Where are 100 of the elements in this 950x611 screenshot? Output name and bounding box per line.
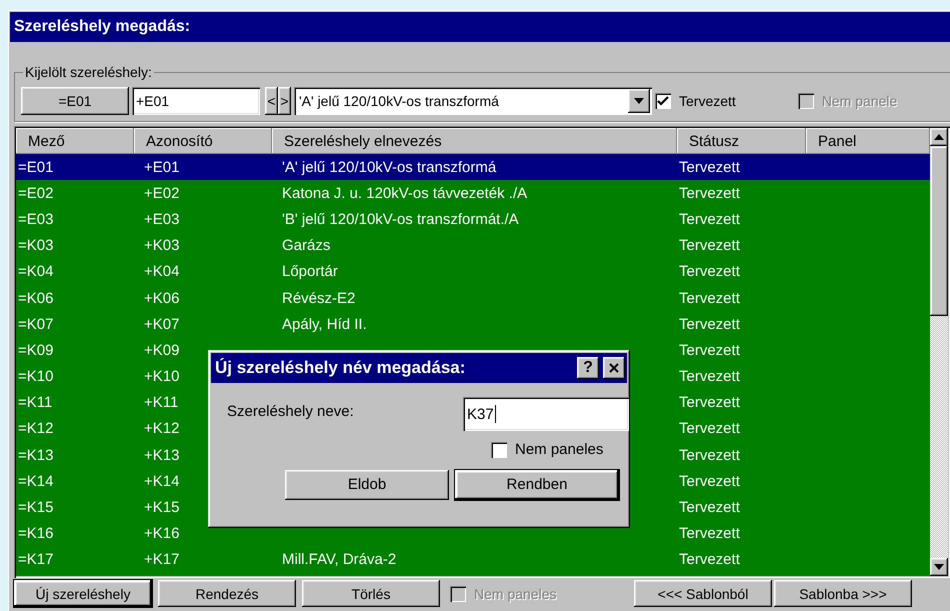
table-cell-text: +K11: [143, 394, 178, 412]
table-row[interactable]: =K03 +K03 Garázs Tervezett: [16, 232, 930, 259]
checkbox[interactable]: Nem paneles: [491, 441, 604, 458]
previous-button[interactable]: <: [265, 87, 278, 115]
table-cell-text: Garázs: [281, 237, 330, 254]
table-cell-text: Lőportár: [281, 263, 338, 280]
close-icon: [609, 363, 619, 373]
table-row[interactable]: =E03 +E03 'B' jelű 120/10kV-os transzformát./A Tervezett: [16, 206, 930, 233]
scroll-thumb[interactable]: [930, 146, 948, 316]
table-row[interactable]: =E02 +E02 Katona J. u. 120kV-os távvezeték ./A Tervezett: [16, 180, 930, 206]
up-arrow-icon: [934, 134, 944, 140]
checkbox-label: Nem paneles: [515, 441, 604, 458]
field-label: Szereléshely neve:: [227, 402, 355, 420]
group-label: Kijelölt szereléshely:: [23, 64, 154, 80]
table-cell-text: +K10: [143, 368, 180, 386]
column-header[interactable]: Szereléshely elnevezés: [272, 128, 677, 154]
down-arrow-icon: [934, 564, 944, 570]
table-cell-text: Tervezett: [678, 237, 740, 254]
table-cell-text: Tervezett: [678, 342, 740, 359]
table-cell-text: =K12: [17, 420, 54, 438]
close-button[interactable]: [603, 357, 625, 379]
checkbox-box[interactable]: [491, 442, 507, 458]
table-cell-text: +K09: [143, 342, 180, 359]
table-cell-text: +E03: [143, 210, 180, 228]
field-button[interactable]: =E01: [21, 87, 129, 115]
table-cell-text: Tervezett: [678, 290, 740, 307]
scroll-up-button[interactable]: [930, 128, 948, 146]
scrollbar[interactable]: [930, 128, 948, 576]
table-cell-text: Tervezett: [678, 263, 740, 280]
scroll-down-button[interactable]: [930, 558, 948, 576]
name-field[interactable]: K37: [463, 397, 629, 431]
table-cell-text: =K16: [17, 525, 54, 542]
next-button[interactable]: >: [278, 87, 291, 115]
id-field[interactable]: +E01: [132, 87, 260, 115]
table-cell-text: Tervezett: [678, 316, 740, 333]
checkmark-icon: [657, 95, 669, 107]
name-dropdown[interactable]: 'A' jelű 120/10kV-os transzformá: [294, 87, 652, 115]
help-button[interactable]: ?: [577, 357, 599, 379]
table-cell-text: Mill.FAV, Dráva-2: [281, 551, 396, 568]
table-cell-text: =K06: [17, 290, 54, 307]
table-cell-text: Tervezett: [678, 210, 740, 228]
checkbox-box[interactable]: [655, 93, 671, 109]
table-cell-text: =K14: [17, 472, 54, 490]
table-cell-text: +K06: [143, 290, 180, 307]
table-cell-text: =E01: [17, 158, 54, 176]
column-header[interactable]: Azonosító: [134, 128, 272, 154]
table-cell-text: =K09: [17, 342, 54, 359]
table-cell-text: Tervezett: [678, 394, 740, 412]
table-cell-text: 'A' jelű 120/10kV-os transzformá: [281, 158, 496, 176]
dialog-title: Új szereléshely név megadása:: [215, 358, 466, 378]
table-cell-text: Tervezett: [678, 420, 740, 438]
table-cell-text: =K17: [17, 551, 54, 568]
template-button[interactable]: <<< Sablonból: [634, 580, 772, 607]
action-button[interactable]: Rendezés: [158, 580, 296, 607]
table-cell-text: +K17: [143, 551, 180, 568]
table-cell-text: +E02: [143, 184, 180, 202]
table-cell-text: =K04: [17, 263, 54, 280]
table-cell-text: Tervezett: [678, 499, 740, 516]
table-cell-text: =K03: [17, 237, 54, 254]
table-cell-text: +K15: [143, 499, 180, 516]
table-cell-text: +K03: [143, 237, 180, 254]
dropdown-button[interactable]: [628, 89, 650, 113]
table-cell-text: 'B' jelű 120/10kV-os transzformát./A: [281, 210, 519, 228]
table-cell-text: +E01: [143, 158, 180, 176]
table-cell-text: Tervezett: [678, 158, 740, 176]
table-cell-text: +K13: [143, 446, 180, 464]
table-cell-text: =K10: [17, 368, 54, 386]
table-cell-text: +K04: [143, 263, 180, 280]
table-cell-text: Tervezett: [678, 184, 740, 202]
table-cell-text: Révész-E2: [281, 290, 356, 307]
table-cell-text: =K11: [17, 394, 52, 412]
table-row[interactable]: =K06 +K06 Révész-E2 Tervezett: [16, 284, 930, 312]
checkbox[interactable]: Tervezett: [655, 93, 736, 109]
dialog-button[interactable]: Rendben: [455, 470, 619, 500]
checkbox-label: Nem paneles: [474, 586, 556, 602]
table-row[interactable]: =K17 +K17 Mill.FAV, Dráva-2 Tervezett: [16, 546, 930, 573]
table-row[interactable]: =K04 +K04 Lőportár Tervezett: [16, 258, 930, 285]
table-cell-text: Tervezett: [678, 551, 740, 568]
table-cell-text: Tervezett: [678, 525, 740, 542]
table-cell-text: Apály, Híd II.: [281, 316, 367, 333]
dialog-button[interactable]: Eldob: [285, 470, 449, 500]
table-cell-text: Katona J. u. 120kV-os távvezeték ./A: [281, 184, 528, 202]
action-button[interactable]: Törlés: [302, 580, 440, 607]
table-cell-text: =E02: [17, 184, 54, 202]
checkbox-label: Tervezett: [679, 93, 736, 109]
table-cell-text: +K14: [143, 472, 180, 490]
table-cell-text: =K13: [17, 446, 54, 464]
table-cell-text: =K07: [17, 316, 54, 333]
table-row[interactable]: =E01 +E01 'A' jelű 120/10kV-os transzformá Tervezett: [16, 154, 930, 180]
column-header[interactable]: Mező: [16, 128, 134, 154]
column-header[interactable]: Státusz: [677, 128, 806, 154]
column-header[interactable]: Panel: [806, 128, 930, 154]
table-cell-text: =E03: [17, 210, 54, 228]
table-cell-text: +K07: [143, 316, 180, 333]
table-row[interactable]: =K07 +K07 Apály, Híd II. Tervezett: [16, 311, 930, 338]
table-cell-text: =K15: [17, 499, 54, 516]
down-arrow-icon: [634, 98, 644, 104]
table-cell-text: +K12: [143, 420, 180, 438]
template-button[interactable]: Sablonba >>>: [774, 580, 912, 607]
action-button[interactable]: Új szereléshely: [14, 580, 152, 607]
